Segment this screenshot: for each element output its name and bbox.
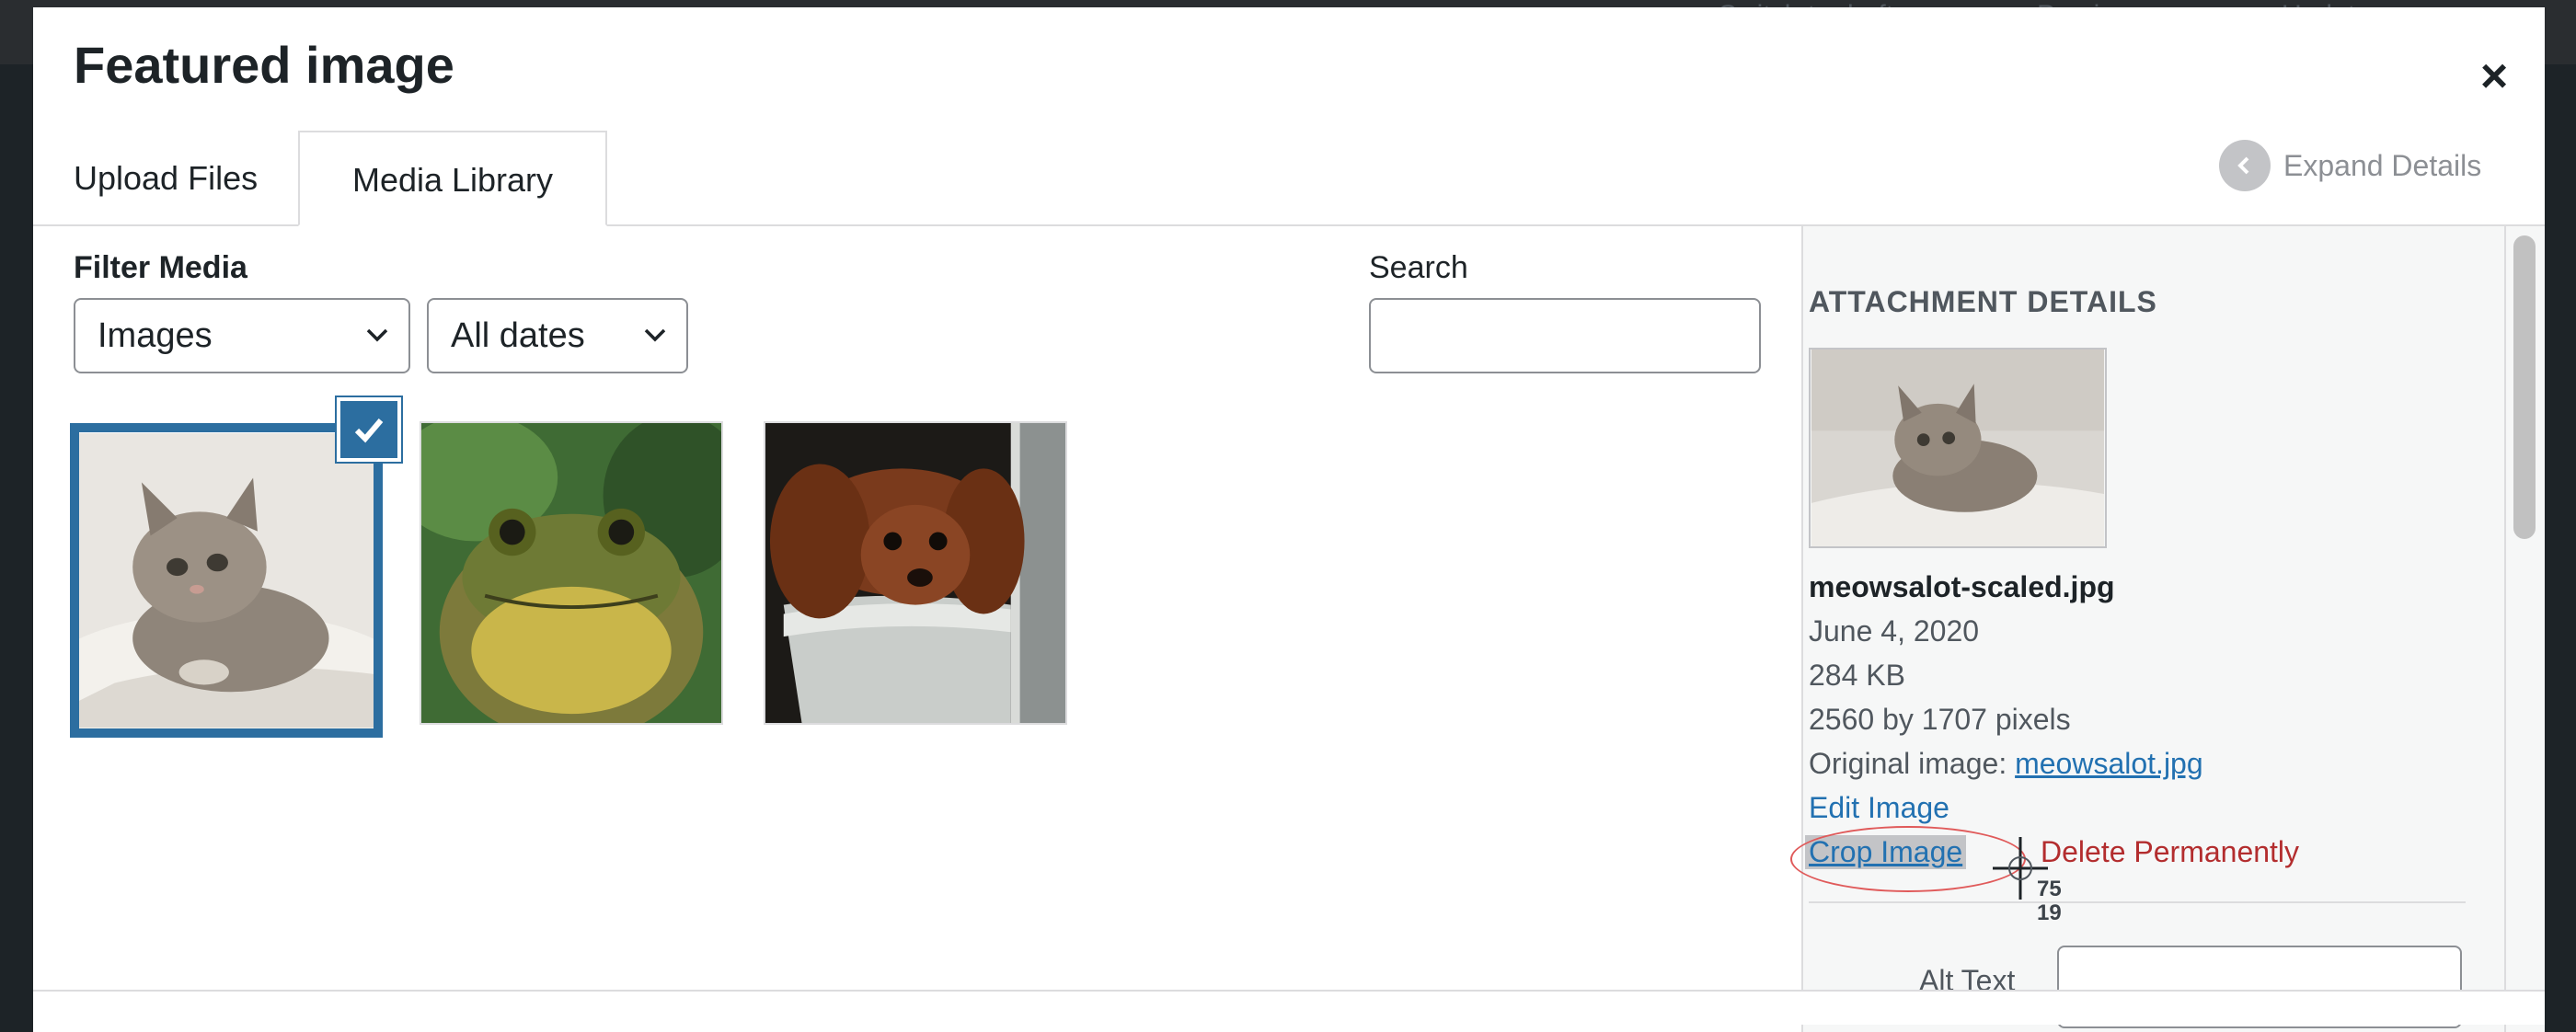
search-input[interactable]: [1369, 298, 1761, 373]
chevron-down-icon: [644, 328, 666, 342]
frog-image: [421, 423, 721, 723]
cursor-x-value: 75: [2037, 877, 2062, 901]
kitten-image: [79, 433, 374, 728]
expand-details-label: Expand Details: [2283, 148, 2482, 182]
highlight-ellipse: [1790, 826, 2026, 892]
filter-media-label: Filter Media: [74, 250, 247, 285]
modal-title: Featured image: [74, 36, 454, 94]
attachment-preview: [1809, 348, 2107, 548]
scrollbar-thumb[interactable]: [2513, 235, 2536, 539]
media-item-frog[interactable]: [420, 421, 723, 725]
close-button[interactable]: ×: [2462, 44, 2526, 109]
delete-permanently-link[interactable]: Delete Permanently: [2041, 835, 2299, 869]
attachment-details-heading: ATTACHMENT DETAILS: [1809, 285, 2157, 318]
selected-check-icon[interactable]: [335, 396, 403, 464]
attachment-file-size: 284 KB: [1809, 659, 1905, 692]
original-image-link[interactable]: meowsalot.jpg: [2015, 747, 2203, 780]
dog-image: [765, 423, 1065, 723]
media-item-dog[interactable]: [764, 421, 1067, 725]
edit-image-link[interactable]: Edit Image: [1809, 791, 1949, 825]
media-type-value: Images: [98, 316, 213, 355]
modal-footer: [33, 990, 2545, 1025]
attachment-filename: meowsalot-scaled.jpg: [1809, 570, 2115, 603]
attachment-dimensions: 2560 by 1707 pixels: [1809, 703, 2071, 736]
media-type-select[interactable]: Images: [74, 298, 410, 373]
media-item-kitten[interactable]: [70, 423, 383, 738]
tab-upload-files[interactable]: Upload Files: [74, 131, 258, 226]
original-image-label: Original image:: [1809, 747, 2007, 780]
kitten-preview-image: [1811, 350, 2105, 546]
tab-media-library[interactable]: Media Library: [298, 131, 607, 226]
details-divider: [1809, 901, 2466, 903]
original-image-row: Original image: meowsalot.jpg: [1809, 747, 2203, 781]
date-filter-value: All dates: [451, 316, 585, 355]
date-filter-select[interactable]: All dates: [427, 298, 688, 373]
chevron-left-icon: [2219, 140, 2271, 191]
expand-details-button[interactable]: Expand Details: [2219, 132, 2481, 199]
chevron-down-icon: [366, 328, 388, 342]
cursor-y-value: 19: [2037, 900, 2062, 925]
featured-image-modal: Featured image × Upload Files Media Libr…: [33, 7, 2545, 1032]
attachment-date: June 4, 2020: [1809, 614, 1980, 648]
search-label: Search: [1369, 250, 1468, 285]
